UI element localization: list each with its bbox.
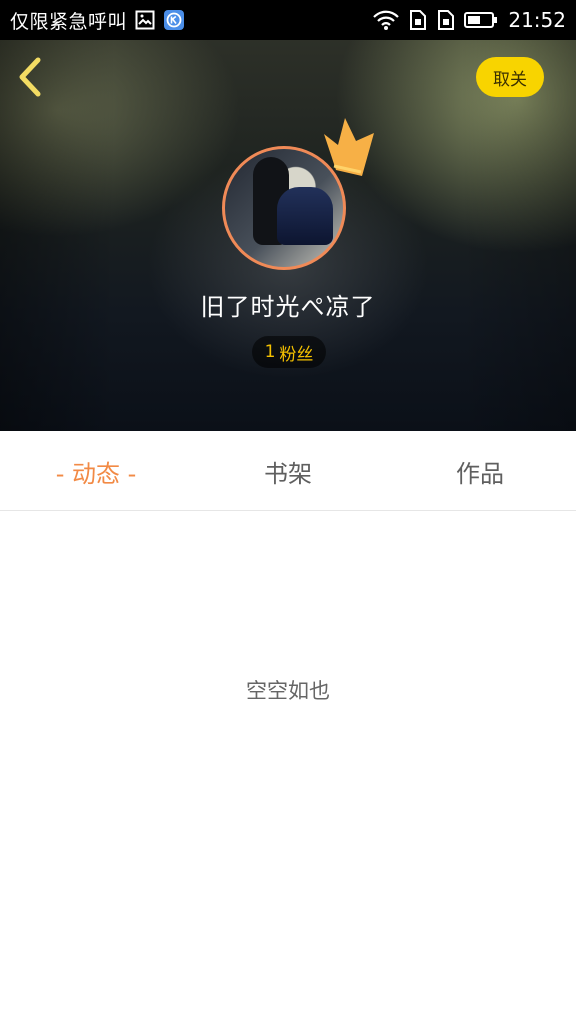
k-app-icon (163, 9, 185, 31)
fans-badge[interactable]: 1 粉丝 (252, 336, 326, 368)
tab-works[interactable]: 作品 (384, 431, 576, 511)
wifi-icon (372, 9, 400, 31)
carrier-text: 仅限紧急呼叫 (10, 10, 128, 33)
profile-tabs: - 动态 - 书架 作品 (0, 431, 576, 511)
avatar-container (222, 118, 374, 278)
username: 旧了时光ぺ凉了 (200, 293, 376, 321)
tab-activity[interactable]: - 动态 - (0, 431, 192, 511)
status-right: 21:52 (372, 8, 566, 32)
tab-bookshelf[interactable]: 书架 (192, 431, 384, 511)
fans-count: 1 (264, 342, 276, 362)
empty-state-text: 空空如也 (246, 679, 330, 703)
sim-card-icon (436, 9, 456, 31)
back-arrow-icon (19, 57, 41, 97)
sim-card-icon (408, 9, 428, 31)
tab-content: 空空如也 (0, 512, 576, 1024)
crown-icon (324, 118, 374, 176)
status-bar: 仅限紧急呼叫 21:52 (0, 0, 576, 40)
unfollow-button[interactable]: 取关 (476, 57, 544, 97)
battery-icon (464, 10, 498, 30)
fans-label: 粉丝 (279, 344, 314, 365)
clock-time: 21:52 (508, 8, 566, 32)
status-left: 仅限紧急呼叫 (10, 7, 185, 34)
profile-screen: 仅限紧急呼叫 21:52 取关 旧了时光ぺ凉了 1 粉丝 - 动态 - 书架 作… (0, 0, 576, 1024)
gallery-icon (135, 10, 155, 30)
profile-header: 取关 旧了时光ぺ凉了 1 粉丝 (0, 40, 576, 431)
back-button[interactable] (12, 54, 52, 100)
